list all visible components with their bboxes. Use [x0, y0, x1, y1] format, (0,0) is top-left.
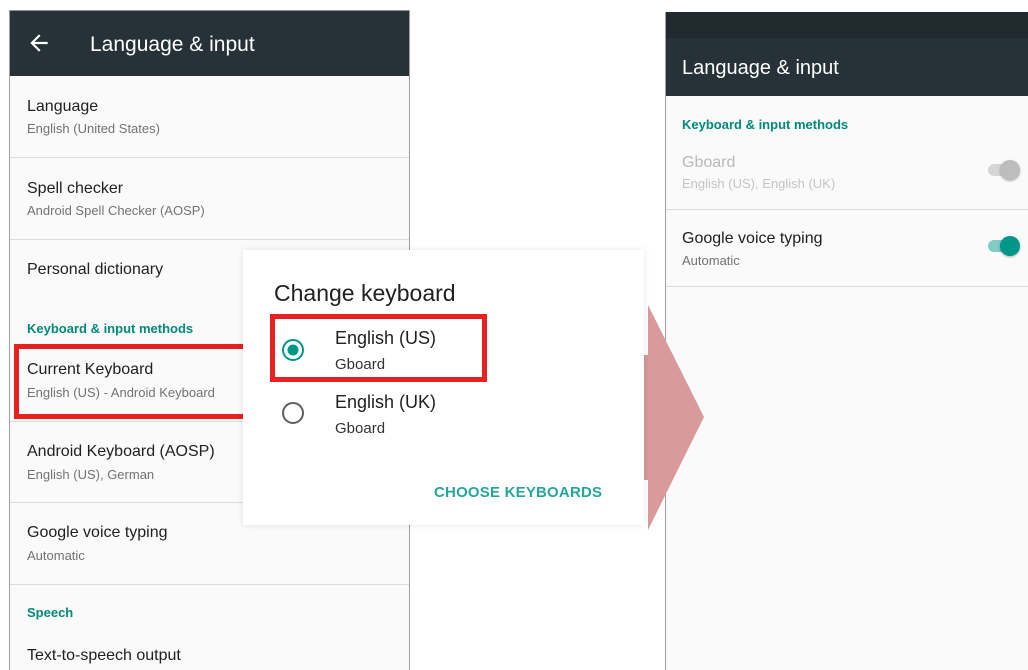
- pref-title: Current Keyboard: [27, 361, 154, 378]
- gboard-toggle[interactable]: [984, 158, 1024, 182]
- category-keyboard-input: Keyboard & input methods: [27, 321, 194, 336]
- pref-gboard[interactable]: Gboard English (US), English (UK): [666, 138, 1028, 210]
- pref-summary: English (US), German: [27, 467, 155, 482]
- pref-summary: Automatic: [682, 253, 740, 268]
- pref-title: Google voice typing: [27, 524, 168, 541]
- pref-title: Gboard: [682, 154, 736, 171]
- option-title: English (UK): [335, 392, 437, 412]
- dialog-title: Change keyboard: [274, 280, 456, 306]
- pref-title: Personal dictionary: [27, 261, 164, 278]
- pref-tts-output[interactable]: Text-to-speech output: [10, 630, 409, 670]
- category-keyboard-input: Keyboard & input methods: [682, 117, 849, 132]
- pref-summary: Android Spell Checker (AOSP): [27, 203, 205, 218]
- pref-title: Language: [27, 98, 99, 115]
- pref-summary: English (US), English (UK): [682, 176, 836, 191]
- pref-title: Spell checker: [27, 180, 124, 197]
- pref-summary: English (US) - Android Keyboard: [27, 385, 215, 400]
- page-title: Language & input: [90, 33, 255, 56]
- voice-typing-toggle[interactable]: [984, 234, 1024, 258]
- pref-summary: English (United States): [27, 121, 160, 136]
- radio-unchecked-icon[interactable]: [281, 401, 305, 425]
- option-subtitle: Gboard: [335, 420, 386, 437]
- right-settings-screen: Language & input Keyboard & input method…: [665, 12, 1028, 670]
- pref-spell-checker[interactable]: Spell checker Android Spell Checker (AOS…: [10, 158, 409, 240]
- choose-keyboards-button[interactable]: CHOOSE KEYBOARDS: [434, 484, 602, 501]
- back-arrow-icon[interactable]: [26, 30, 52, 56]
- radio-checked-icon[interactable]: [281, 338, 305, 362]
- app-bar: Language & input: [10, 10, 409, 76]
- pref-language[interactable]: Language English (United States): [10, 76, 409, 158]
- change-keyboard-dialog: Change keyboard English (US) Gboard Engl…: [243, 250, 644, 525]
- pref-title: Android Keyboard (AOSP): [27, 443, 215, 460]
- pref-title: Google voice typing: [682, 230, 823, 247]
- page-title: Language & input: [682, 57, 839, 79]
- status-bar: [666, 12, 1028, 38]
- category-speech: Speech: [27, 605, 74, 620]
- pref-google-voice-typing[interactable]: Google voice typing Automatic: [666, 210, 1028, 287]
- option-subtitle: Gboard: [335, 356, 386, 373]
- pref-summary: Automatic: [27, 548, 85, 563]
- pref-title: Text-to-speech output: [27, 647, 181, 664]
- option-title: English (US): [335, 328, 437, 348]
